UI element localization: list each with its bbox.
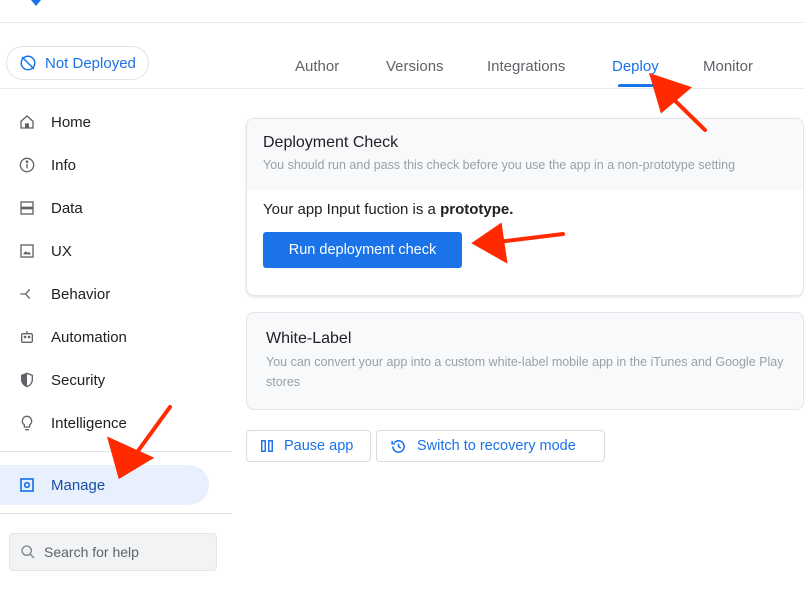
arrow-annotation [471, 222, 508, 264]
arrow-annotation [649, 72, 693, 114]
annotation-arrows [106, 72, 707, 480]
